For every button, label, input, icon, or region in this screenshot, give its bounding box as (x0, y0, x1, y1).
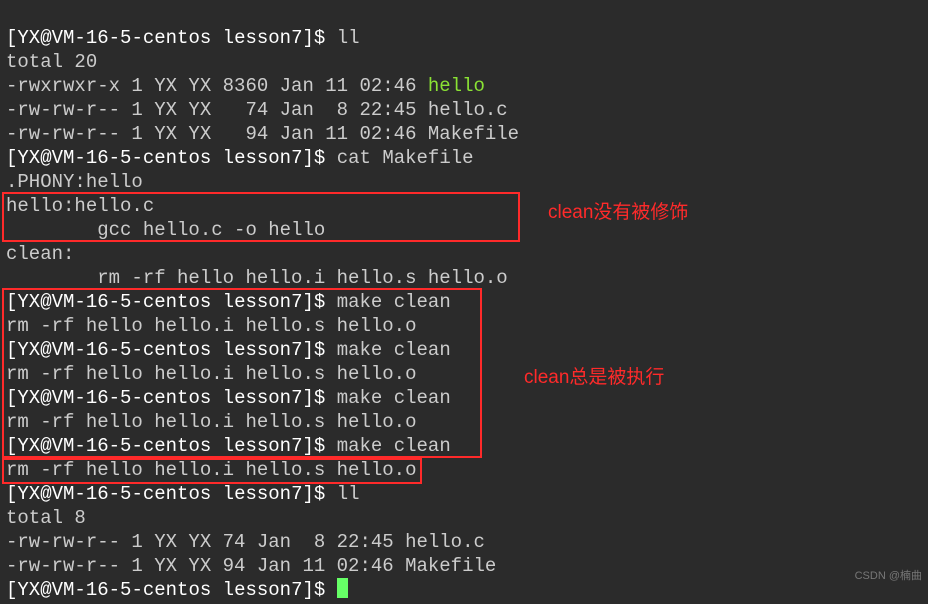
output-line: -rw-rw-r-- 1 YX YX 74 Jan 8 22:45 hello.… (6, 531, 485, 553)
command-text: make clean (337, 387, 451, 409)
output-line: total 8 (6, 507, 86, 529)
output-line: [YX@VM-16-5-centos lesson7]$ make clean (6, 291, 451, 313)
output-line: -rwxrwxr-x 1 YX YX 8360 Jan 11 02:46 hel… (6, 75, 485, 97)
output-line: [YX@VM-16-5-centos lesson7]$ ll (6, 27, 360, 49)
annotation-1: clean没有被修饰 (548, 201, 688, 225)
annotation-2: clean总是被执行 (524, 366, 664, 390)
cursor-icon (337, 578, 348, 598)
output-line: rm -rf hello hello.i hello.s hello.o (6, 267, 508, 289)
output-line: -rw-rw-r-- 1 YX YX 94 Jan 11 02:46 Makef… (6, 123, 519, 145)
output-line: hello:hello.c (6, 195, 154, 217)
command-text: cat Makefile (337, 147, 474, 169)
output-line: rm -rf hello hello.i hello.s hello.o (6, 363, 416, 385)
command-text: make clean (337, 435, 451, 457)
output-line: gcc hello.c -o hello (6, 219, 325, 241)
output-line: [YX@VM-16-5-centos lesson7]$ ll (6, 483, 360, 505)
watermark: CSDN @楠曲 (855, 564, 922, 588)
output-line: clean: (6, 243, 74, 265)
output-line: -rw-rw-r-- 1 YX YX 74 Jan 8 22:45 hello.… (6, 99, 508, 121)
output-line: [YX@VM-16-5-centos lesson7]$ make clean (6, 435, 451, 457)
output-line: total 20 (6, 51, 97, 73)
executable-file: hello (428, 75, 485, 97)
command-text: ll (337, 27, 360, 49)
command-text: ll (337, 483, 360, 505)
output-line: rm -rf hello hello.i hello.s hello.o (6, 315, 416, 337)
output-line: [YX@VM-16-5-centos lesson7]$ cat Makefil… (6, 147, 474, 169)
output-line: rm -rf hello hello.i hello.s hello.o (6, 411, 416, 433)
command-text: make clean (337, 291, 451, 313)
terminal-output: [YX@VM-16-5-centos lesson7]$ ll total 20… (0, 0, 928, 604)
command-text: make clean (337, 339, 451, 361)
output-line: [YX@VM-16-5-centos lesson7]$ make clean (6, 387, 451, 409)
output-line: -rw-rw-r-- 1 YX YX 94 Jan 11 02:46 Makef… (6, 555, 496, 577)
output-line: .PHONY:hello (6, 171, 143, 193)
output-line: rm -rf hello hello.i hello.s hello.o (6, 459, 416, 481)
output-line: [YX@VM-16-5-centos lesson7]$ make clean (6, 339, 451, 361)
output-line: [YX@VM-16-5-centos lesson7]$ (6, 579, 348, 601)
